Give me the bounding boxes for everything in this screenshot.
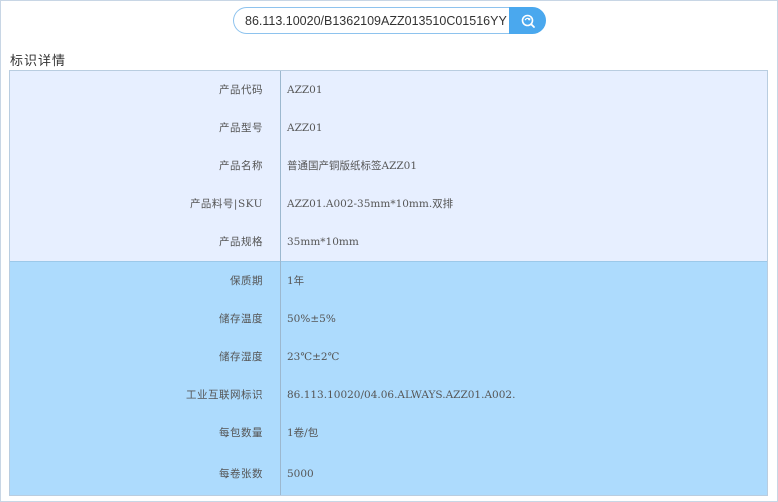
row-value: 1卷/包 <box>287 427 319 440</box>
details-table: 产品代码 AZZ01 产品型号 AZZ01 产品名称 普通国产铜版纸标签AZZ0… <box>9 70 768 496</box>
row-label: 储存温度 <box>219 313 263 326</box>
table-row: 产品规格 35mm*10mm <box>10 223 767 261</box>
search-input[interactable] <box>233 7 513 34</box>
table-row: 产品名称 普通国产铜版纸标签AZZ01 <box>10 147 767 185</box>
row-label: 每包数量 <box>219 427 263 440</box>
row-label: 储存湿度 <box>219 351 263 364</box>
table-row: 保质期 1年 <box>10 262 767 300</box>
row-label: 产品名称 <box>219 160 263 173</box>
row-value: 普通国产铜版纸标签AZZ01 <box>287 160 418 173</box>
column-divider <box>280 71 281 495</box>
table-row: 每包数量 1卷/包 <box>10 414 767 452</box>
search-refresh-icon <box>521 14 535 28</box>
row-value: 5000 <box>287 467 314 480</box>
row-value: 1年 <box>287 275 305 288</box>
row-value: 86.113.10020/04.06.ALWAYS.AZZ01.A002. <box>287 388 516 401</box>
row-value: 23℃±2℃ <box>287 350 340 363</box>
row-value: AZZ01.A002-35mm*10mm.双排 <box>287 198 454 211</box>
page-frame: 标识详情 产品代码 AZZ01 产品型号 AZZ01 产品名称 普通国产铜版纸标… <box>0 0 778 502</box>
search-button[interactable] <box>509 7 546 34</box>
row-label: 每卷张数 <box>219 468 263 480</box>
table-row: 产品型号 AZZ01 <box>10 109 767 147</box>
table-row: 每卷张数 5000 <box>10 452 767 495</box>
row-value: 35mm*10mm <box>287 235 359 248</box>
table-row: 产品料号|SKU AZZ01.A002-35mm*10mm.双排 <box>10 185 767 223</box>
row-label: 产品型号 <box>219 122 263 135</box>
row-label: 产品规格 <box>219 236 263 249</box>
search-bar <box>233 7 546 34</box>
table-row: 储存温度 50%±5% <box>10 300 767 338</box>
table-row: 储存湿度 23℃±2℃ <box>10 338 767 376</box>
row-label: 产品料号|SKU <box>189 198 263 211</box>
section-title: 标识详情 <box>10 54 67 69</box>
row-value: 50%±5% <box>287 312 336 325</box>
row-label: 工业互联网标识 <box>186 389 263 402</box>
table-row: 工业互联网标识 86.113.10020/04.06.ALWAYS.AZZ01.… <box>10 376 767 414</box>
row-label: 产品代码 <box>219 84 263 97</box>
row-label: 保质期 <box>230 275 263 288</box>
table-row: 产品代码 AZZ01 <box>10 71 767 109</box>
